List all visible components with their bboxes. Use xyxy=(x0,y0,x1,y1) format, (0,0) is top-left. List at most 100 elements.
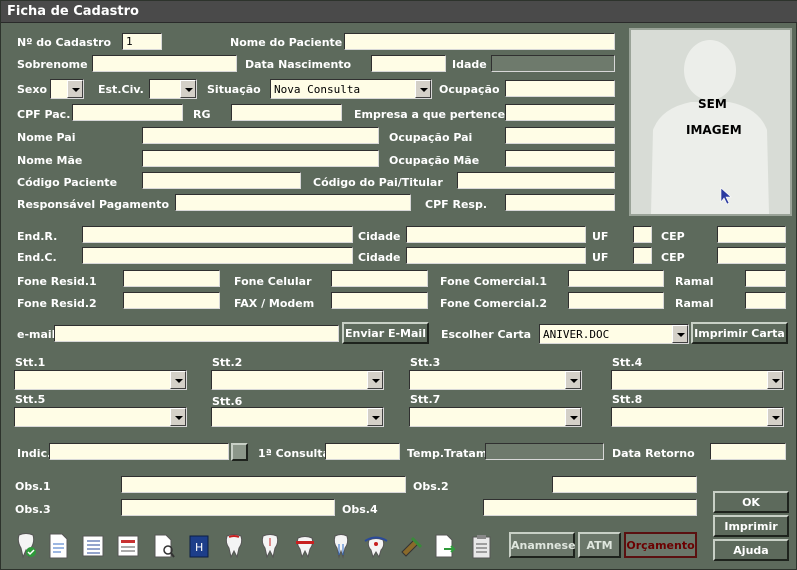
nome-pai-field[interactable] xyxy=(142,127,379,144)
nome-paciente-field[interactable] xyxy=(344,33,615,50)
anamnese-button[interactable]: Anamnese xyxy=(509,532,576,558)
imprimir-carta-button[interactable]: Imprimir Carta xyxy=(691,322,788,344)
cpf-resp-field[interactable] xyxy=(505,194,615,211)
ok-button[interactable]: OK xyxy=(713,491,789,513)
clipboard-icon[interactable] xyxy=(468,532,494,560)
cpf-pac-field[interactable] xyxy=(72,104,183,121)
stt1-select[interactable] xyxy=(14,370,187,390)
stt8-select[interactable] xyxy=(611,407,784,427)
sexo-select[interactable] xyxy=(50,79,84,99)
email-field[interactable] xyxy=(54,325,339,342)
ocupacao-pai-field[interactable] xyxy=(505,127,615,144)
chevron-down-icon[interactable] xyxy=(180,80,196,98)
cep-c-field[interactable] xyxy=(717,247,786,264)
data-retorno-field[interactable] xyxy=(710,443,786,460)
tooth-brace-icon[interactable] xyxy=(363,532,389,560)
chevron-down-icon[interactable] xyxy=(170,408,186,426)
situacao-select[interactable]: Nova Consulta xyxy=(270,79,432,99)
codigo-pai-titular-field[interactable] xyxy=(457,172,615,189)
chevron-down-icon[interactable] xyxy=(767,408,783,426)
tooth-root-icon[interactable] xyxy=(328,532,354,560)
document-search-icon[interactable] xyxy=(151,532,177,560)
obs4-field[interactable] xyxy=(483,499,697,516)
end-r-field[interactable] xyxy=(82,226,353,243)
document-icon[interactable] xyxy=(45,532,71,560)
data-nascimento-label: Data Nascimento xyxy=(245,58,352,71)
fone-celular-field[interactable] xyxy=(331,270,428,287)
rg-field[interactable] xyxy=(231,104,342,121)
report-icon[interactable] xyxy=(115,532,141,560)
stt7-label: Stt.7 xyxy=(410,393,441,406)
sobrenome-field[interactable] xyxy=(92,55,237,72)
list-icon[interactable] xyxy=(80,532,106,560)
fone-resid2-field[interactable] xyxy=(123,292,220,309)
carta-select[interactable]: ANIVER.DOC xyxy=(539,324,689,344)
cidade-c-field[interactable] xyxy=(406,247,586,264)
uf-c-field[interactable] xyxy=(633,247,652,264)
responsavel-pagamento-field[interactable] xyxy=(175,194,411,211)
chevron-down-icon[interactable] xyxy=(672,325,688,343)
tooth-crown-icon[interactable] xyxy=(292,532,318,560)
imprimir-button[interactable]: Imprimir xyxy=(713,515,789,537)
obs1-field[interactable] xyxy=(121,476,406,493)
ocupacao-field[interactable] xyxy=(505,80,615,97)
fone-comercial2-field[interactable] xyxy=(568,292,664,309)
stt5-select[interactable] xyxy=(14,407,187,427)
patient-photo[interactable]: SEM IMAGEM xyxy=(629,28,792,216)
stt3-select[interactable] xyxy=(409,370,582,390)
cep-r-field[interactable] xyxy=(717,226,786,243)
svg-text:H: H xyxy=(195,541,203,554)
book-icon[interactable]: H xyxy=(186,532,212,560)
chevron-down-icon[interactable] xyxy=(170,371,186,389)
window-title: Ficha de Cadastro xyxy=(7,4,139,19)
obs4-label: Obs.4 xyxy=(342,503,378,516)
chevron-down-icon[interactable] xyxy=(367,408,383,426)
nome-mae-field[interactable] xyxy=(142,150,379,167)
ramal2-field[interactable] xyxy=(745,292,786,309)
num-cadastro-field[interactable]: 1 xyxy=(122,33,162,50)
atm-button[interactable]: ATM xyxy=(578,532,621,558)
tooth-red-icon[interactable] xyxy=(221,532,247,560)
obs2-field[interactable] xyxy=(552,476,697,493)
enviar-email-button[interactable]: Enviar E-Mail xyxy=(342,322,429,344)
indic-lookup-button[interactable] xyxy=(231,443,248,461)
chevron-down-icon[interactable] xyxy=(415,80,431,98)
ocupacao-mae-label: Ocupação Mãe xyxy=(389,154,480,167)
ajuda-button[interactable]: Ajuda xyxy=(713,539,789,561)
empresa-field[interactable] xyxy=(505,104,615,121)
stt7-select[interactable] xyxy=(409,407,582,427)
cpf-pac-label: CPF Pac. xyxy=(17,108,71,121)
cidade-r-label: Cidade xyxy=(358,230,401,243)
indic-field[interactable] xyxy=(49,443,229,460)
chevron-down-icon[interactable] xyxy=(367,371,383,389)
chevron-down-icon[interactable] xyxy=(565,408,581,426)
obs1-label: Obs.1 xyxy=(15,480,51,493)
ocupacao-mae-field[interactable] xyxy=(505,150,615,167)
stt4-select[interactable] xyxy=(611,370,784,390)
orcamento-button[interactable]: Orçamento xyxy=(624,532,697,558)
stt2-select[interactable] xyxy=(211,370,384,390)
obs3-field[interactable] xyxy=(121,499,335,516)
fone-comercial1-field[interactable] xyxy=(568,270,664,287)
fone-resid2-label: Fone Resid.2 xyxy=(17,297,97,310)
tools-icon[interactable] xyxy=(399,532,425,560)
uf-r-field[interactable] xyxy=(633,226,652,243)
chevron-down-icon[interactable] xyxy=(565,371,581,389)
chevron-down-icon[interactable] xyxy=(767,371,783,389)
stt6-select[interactable] xyxy=(211,407,384,427)
codigo-paciente-field[interactable] xyxy=(142,172,301,189)
document-export-icon[interactable] xyxy=(432,532,458,560)
fax-modem-field[interactable] xyxy=(331,292,428,309)
ramal1-field[interactable] xyxy=(745,270,786,287)
cidade-r-field[interactable] xyxy=(406,226,586,243)
chevron-down-icon[interactable] xyxy=(67,80,83,98)
primeira-consulta-field[interactable] xyxy=(325,443,400,460)
data-nascimento-field[interactable] xyxy=(371,55,446,72)
tooth-check-icon[interactable] xyxy=(13,532,39,560)
ocupacao-pai-label: Ocupação Pai xyxy=(389,131,473,144)
fone-comercial2-label: Fone Comercial.2 xyxy=(440,297,548,310)
est-civ-select[interactable] xyxy=(149,79,197,99)
end-c-field[interactable] xyxy=(82,247,353,264)
tooth-icon[interactable] xyxy=(257,532,283,560)
fone-resid1-field[interactable] xyxy=(123,270,220,287)
